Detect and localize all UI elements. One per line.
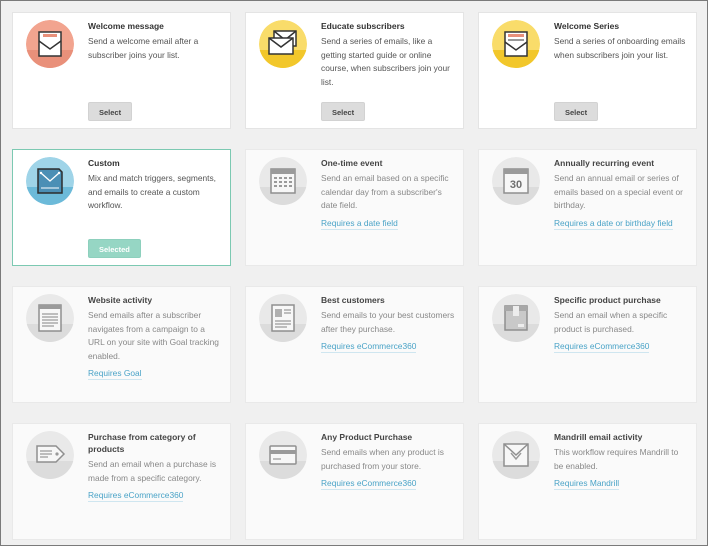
card-description: Send a series of emails, like a getting …: [321, 36, 450, 87]
product-box-icon: [492, 294, 540, 342]
card-title: Specific product purchase: [554, 295, 661, 305]
calendar-30-icon: 30: [492, 157, 540, 205]
select-button[interactable]: Select: [554, 102, 599, 121]
requirement-link[interactable]: Requires eCommerce360: [321, 477, 417, 490]
requirement-link[interactable]: Requires a date or birthday field: [554, 217, 673, 230]
card-description: Send a series of onboarding emails when …: [554, 36, 686, 60]
card-description: Mix and match triggers, segments, and em…: [88, 173, 217, 210]
card-title: Annually recurring event: [554, 158, 655, 168]
card-any-product-purchase: Any Product Purchase Send emails when an…: [245, 423, 464, 540]
requirement-link[interactable]: Requires eCommerce360: [88, 489, 184, 502]
workflow-picker: Welcome message Send a welcome email aft…: [0, 0, 708, 546]
requirement-link[interactable]: Requires a date field: [321, 217, 398, 230]
requirement-link[interactable]: Requires Mandrill: [554, 477, 620, 490]
select-button[interactable]: Select: [321, 102, 366, 121]
card-title: Welcome message: [88, 21, 164, 31]
requirement-link[interactable]: Requires Goal: [88, 367, 142, 380]
card-specific-product-purchase: Specific product purchase Send an email …: [478, 286, 697, 403]
webpage-icon: [26, 294, 74, 342]
card-title: Purchase from category of products: [88, 432, 196, 454]
card-title: Best customers: [321, 295, 385, 305]
card-best-customers: Best customers Send emails to your best …: [245, 286, 464, 403]
calendar-icon: [259, 157, 307, 205]
card-educate-subscribers[interactable]: Educate subscribers Send a series of ema…: [245, 12, 464, 129]
card-description: Send a welcome email after a subscriber …: [88, 36, 199, 60]
card-title: Website activity: [88, 295, 153, 305]
custom-workflow-icon: [26, 157, 74, 205]
card-description: Send an email based on a specific calend…: [321, 173, 449, 210]
card-title: Welcome Series: [554, 21, 620, 31]
selected-button[interactable]: Selected: [88, 239, 141, 258]
requirement-link[interactable]: Requires eCommerce360: [321, 340, 417, 353]
select-button[interactable]: Select: [88, 102, 133, 121]
card-description: Send emails after a subscriber navigates…: [88, 310, 219, 361]
price-tag-icon: [26, 431, 74, 479]
card-title: Mandrill email activity: [554, 432, 643, 442]
card-description: Send emails when any product is purchase…: [321, 447, 444, 471]
card-welcome-message[interactable]: Welcome message Send a welcome email aft…: [12, 12, 231, 129]
card-mandrill-email-activity: Mandrill email activity This workflow re…: [478, 423, 697, 540]
envelope-icon: [26, 20, 74, 68]
card-description: Send an annual email or series of emails…: [554, 173, 683, 210]
workflow-grid: Welcome message Send a welcome email aft…: [12, 12, 697, 540]
card-title: One-time event: [321, 158, 383, 168]
calendar-day-number: 30: [510, 179, 522, 191]
card-description: This workflow requires Mandrill to be en…: [554, 447, 679, 471]
card-description: Send an email when a specific product is…: [554, 310, 668, 334]
welcome-series-icon: [492, 20, 540, 68]
card-annually-recurring-event: 30 Annually recurring event Send an annu…: [478, 149, 697, 266]
card-welcome-series[interactable]: Welcome Series Send a series of onboardi…: [478, 12, 697, 129]
card-description: Send emails to your best customers after…: [321, 310, 455, 334]
requirement-link[interactable]: Requires eCommerce360: [554, 340, 650, 353]
card-title: Custom: [88, 158, 120, 168]
card-one-time-event: One-time event Send an email based on a …: [245, 149, 464, 266]
card-title: Educate subscribers: [321, 21, 405, 31]
card-title: Any Product Purchase: [321, 432, 413, 442]
card-purchase-from-category: Purchase from category of products Send …: [12, 423, 231, 540]
card-website-activity: Website activity Send emails after a sub…: [12, 286, 231, 403]
card-custom[interactable]: Custom Mix and match triggers, segments,…: [12, 149, 231, 266]
customer-card-icon: [259, 294, 307, 342]
card-description: Send an email when a purchase is made fr…: [88, 459, 217, 483]
envelopes-icon: [259, 20, 307, 68]
credit-card-icon: [259, 431, 307, 479]
mandrill-envelope-icon: [492, 431, 540, 479]
